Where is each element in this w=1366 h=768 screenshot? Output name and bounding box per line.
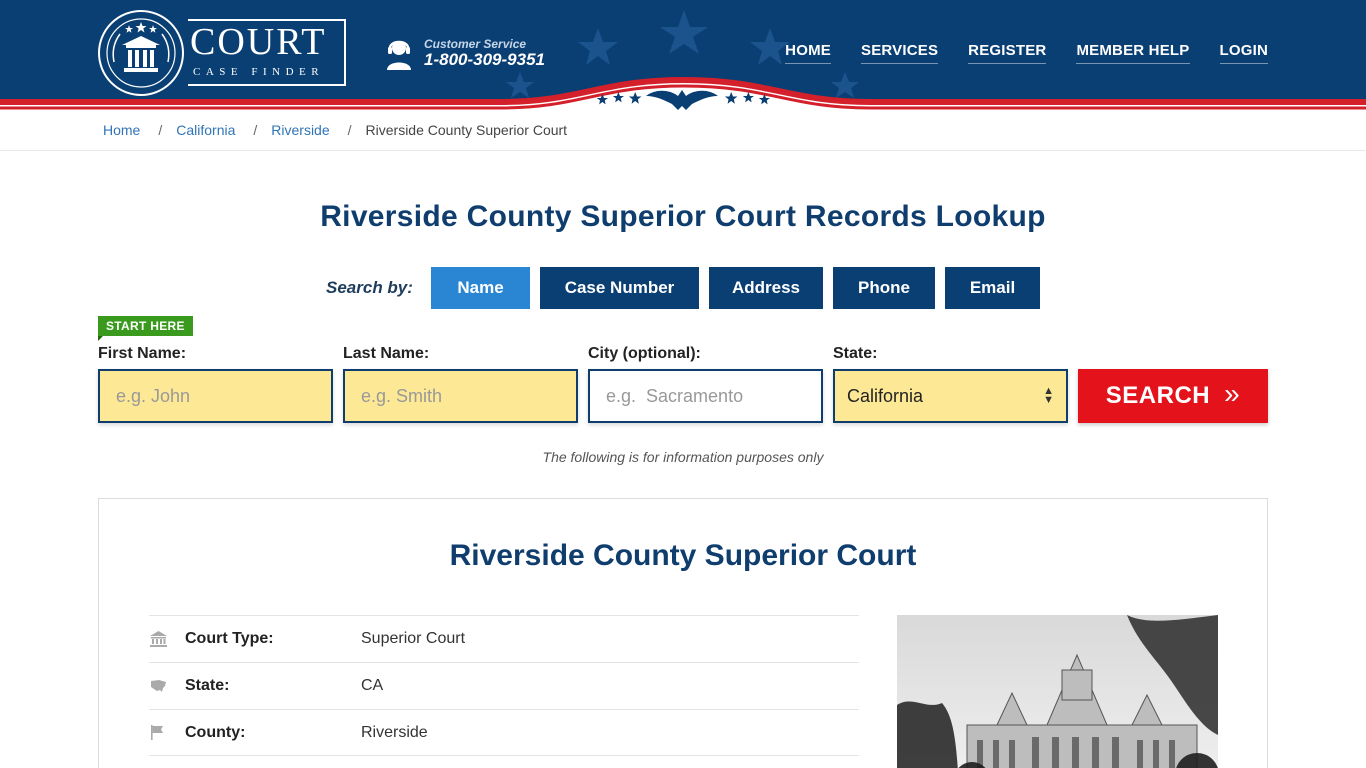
eagle-emblem-icon	[596, 90, 770, 110]
main-nav: HOME SERVICES REGISTER MEMBER HELP LOGIN	[785, 42, 1268, 64]
site-logo[interactable]: COURT CASE FINDER	[98, 10, 348, 96]
last-name-label: Last Name:	[343, 345, 430, 362]
nav-login[interactable]: LOGIN	[1219, 42, 1268, 64]
info-key: County:	[185, 723, 246, 741]
search-by-label: Search by:	[326, 278, 413, 297]
info-value: Superior Court	[361, 630, 466, 647]
nav-home[interactable]: HOME	[785, 42, 831, 64]
info-key: Court Type:	[185, 630, 274, 647]
information-note: The following is for information purpose…	[542, 449, 824, 465]
logo-subtitle: CASE FINDER	[193, 66, 325, 78]
first-name-label: First Name:	[98, 345, 187, 362]
logo-title: COURT	[190, 21, 327, 63]
headset-icon	[387, 40, 411, 70]
city-placeholder: e.g. Sacramento	[606, 385, 744, 406]
site-header: COURT CASE FINDER Customer Service 1-800…	[0, 0, 1366, 112]
tab-phone[interactable]: Phone	[833, 267, 935, 309]
select-arrows-icon: ▲ ▼	[1043, 385, 1054, 406]
court-title: Riverside County Superior Court	[449, 539, 917, 572]
double-chevron-right-icon: »	[1224, 378, 1241, 409]
court-info-table: Court Type: Superior Court State: CA Cou…	[149, 615, 859, 756]
start-here-badge: START HERE	[98, 316, 193, 341]
breadcrumb: Home / California / Riverside / Riversid…	[103, 122, 567, 138]
search-button-label: SEARCH	[1105, 382, 1211, 409]
search-type-tabs: Name Case Number Address Phone Email	[431, 267, 1040, 309]
first-name-input[interactable]: e.g. John	[98, 369, 333, 423]
city-label: City (optional):	[588, 345, 701, 362]
breadcrumb-separator: /	[347, 122, 352, 138]
customer-service-phone[interactable]: 1-800-309-9351	[424, 50, 545, 70]
breadcrumb-separator: /	[158, 122, 163, 138]
state-selected-value: California	[847, 385, 924, 406]
tab-name[interactable]: Name	[431, 267, 530, 309]
first-name-placeholder: e.g. John	[116, 385, 191, 406]
info-value: CA	[361, 677, 384, 694]
info-row-court-type: Court Type: Superior Court	[149, 615, 859, 662]
info-key: State:	[185, 677, 230, 694]
logo-seal-icon	[98, 10, 184, 96]
last-name-placeholder: e.g. Smith	[361, 385, 443, 406]
breadcrumb-riverside[interactable]: Riverside	[271, 122, 329, 138]
customer-service-label: Customer Service	[424, 37, 527, 51]
state-label: State:	[833, 345, 878, 362]
page-title: Riverside County Superior Court Records …	[320, 200, 1046, 233]
usa-map-icon	[149, 679, 185, 693]
last-name-input[interactable]: e.g. Smith	[343, 369, 578, 423]
breadcrumb-current: Riverside County Superior Court	[365, 122, 568, 138]
search-button[interactable]: SEARCH »	[1078, 369, 1268, 423]
breadcrumb-home[interactable]: Home	[103, 122, 140, 138]
nav-member-help[interactable]: MEMBER HELP	[1076, 42, 1190, 64]
info-value: Riverside	[361, 723, 428, 741]
city-input[interactable]: e.g. Sacramento	[588, 369, 823, 423]
tab-address[interactable]: Address	[709, 267, 823, 309]
nav-services[interactable]: SERVICES	[860, 42, 939, 64]
breadcrumb-divider	[0, 150, 1366, 151]
info-row-state: State: CA	[149, 662, 859, 709]
nav-register[interactable]: REGISTER	[968, 42, 1047, 64]
breadcrumb-separator: /	[253, 122, 258, 138]
state-select[interactable]: California ▲ ▼	[833, 369, 1068, 423]
tab-email[interactable]: Email	[945, 267, 1040, 309]
info-row-county: County: Riverside	[149, 709, 859, 756]
flag-icon	[149, 725, 185, 740]
court-info-card: Riverside County Superior Court Court Ty…	[98, 498, 1268, 768]
tab-case-number[interactable]: Case Number	[540, 267, 699, 309]
breadcrumb-california[interactable]: California	[176, 122, 235, 138]
courthouse-icon	[149, 631, 185, 647]
courthouse-photo	[897, 615, 1218, 768]
